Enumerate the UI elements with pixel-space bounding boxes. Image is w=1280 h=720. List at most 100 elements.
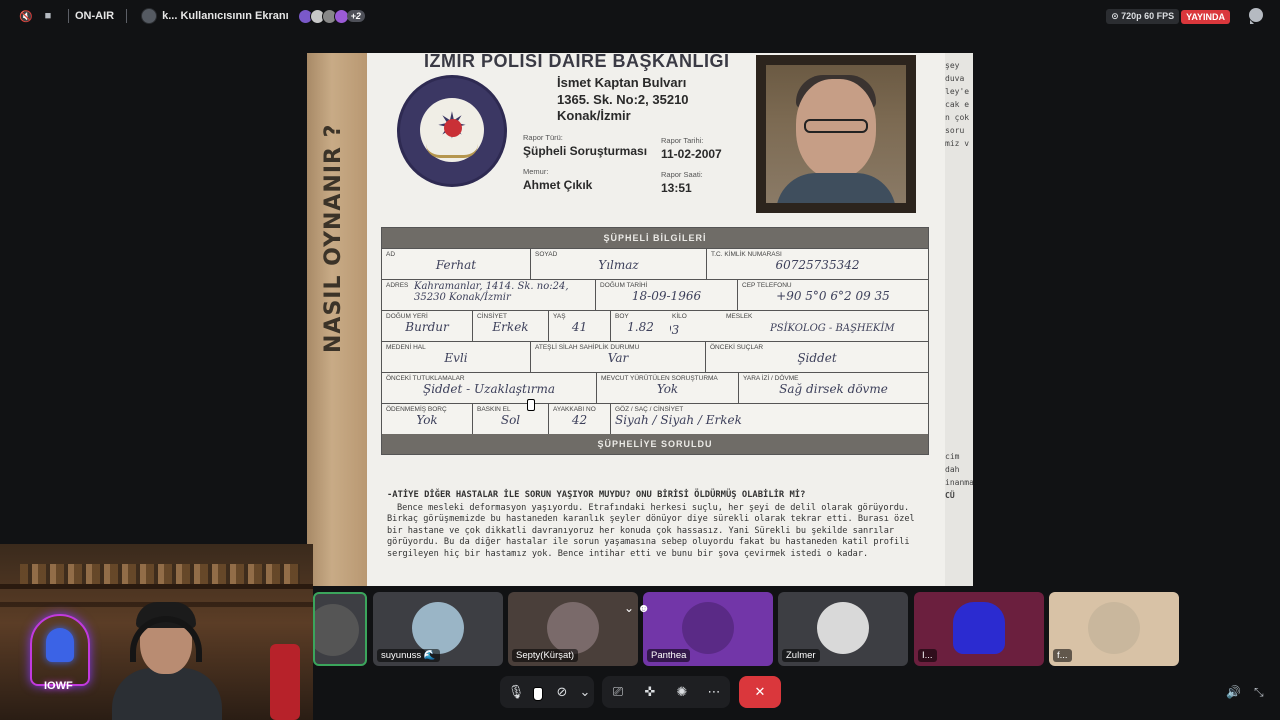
field-prior-arrests: ÖNCEKİ TUTUKLAMALAR Şiddet - Uzaklaştırma xyxy=(386,375,555,396)
margin-text: miz v xyxy=(945,139,970,148)
speaker-mute-icon[interactable]: 🔇 xyxy=(18,8,34,24)
field-birth-date: DOĞUM TARİHİ 18-09-1966 xyxy=(595,280,737,310)
officer-value: Ahmet Çıkık xyxy=(523,178,593,192)
cursor-icon xyxy=(533,687,543,701)
video-icon[interactable]: ■ xyxy=(40,8,56,24)
field-shoe-size: AYAKKABI NO 42 xyxy=(548,404,610,434)
participant-avatar xyxy=(953,602,1005,654)
participant-tile[interactable] xyxy=(313,592,367,666)
audio-video-group: 🎙 ⊘ ⌄ xyxy=(500,676,594,708)
form-row: MEDENİ HAL Evli ATEŞLİ SİLAH SAHİPLİK DUR… xyxy=(382,341,928,372)
quality-badge: ⊙ 720p 60 FPS xyxy=(1106,9,1180,24)
police-emblem-icon: ✷ xyxy=(397,75,507,187)
streamer-avatar xyxy=(141,8,158,24)
margin-text: ley'e xyxy=(945,87,970,96)
participant-avatar xyxy=(412,602,464,654)
viewer-avatars[interactable]: +2 xyxy=(297,8,365,24)
weight-value: 93 xyxy=(670,323,680,337)
divider xyxy=(68,9,69,23)
field-gender: CİNSİYET Erkek xyxy=(472,311,548,341)
more-icon[interactable]: ⋯ xyxy=(698,676,730,708)
address-line: İsmet Kaptan Bulvarı xyxy=(557,75,687,90)
chevron-down-icon[interactable]: ⌄ xyxy=(578,676,592,708)
field-debt: ÖDENMEMİŞ BORÇ Yok xyxy=(386,406,447,427)
address-line: 1365. Sk. No:2, 35210 xyxy=(557,92,689,107)
report-date-value: 11-02-2007 xyxy=(661,147,722,161)
report-type-label: Rapor Türü: xyxy=(523,133,563,142)
bookshelf xyxy=(20,564,300,584)
shelf xyxy=(0,584,313,589)
field-weight-occupation: KİLO 93 MESLEK PSİKOLOG - BAŞHEKİM xyxy=(670,311,928,341)
participant-name: suyunuss 🌊 xyxy=(377,649,440,662)
field-height: BOY 1.82 xyxy=(610,311,670,341)
field-first-name: AD Ferhat xyxy=(386,251,477,272)
participant-tile[interactable]: f... xyxy=(1049,592,1179,666)
shared-screen: NASIL OYNANIR ? İZMİR POLİSİ DAİRE BAŞKA… xyxy=(307,53,973,586)
margin-text: cim dah xyxy=(945,452,960,474)
margin-text: cak e xyxy=(945,100,970,109)
police-report-page: İZMİR POLİSİ DAİRE BAŞKANLIĞI ✷ İsmet Ka… xyxy=(367,53,945,586)
volume-icon[interactable]: 🔊 xyxy=(1226,685,1241,699)
exit-fullscreen-icon[interactable]: ⤡ xyxy=(1254,685,1264,700)
participant-avatar xyxy=(1088,602,1140,654)
question-text: -ATİYE DİĞER HASTALAR İLE SORUN YAŞIYOR … xyxy=(387,490,806,500)
occupation-value: PSİKOLOG - BAŞHEKİM xyxy=(770,323,895,334)
form-row: ÖDENMEMİŞ BORÇ Yok BASKIN EL Sol AYAKKABI … xyxy=(382,403,928,434)
form-row: ADRES Kahramanlar, 1414. Sk. no:24, 35230… xyxy=(382,279,928,310)
suspect-info-form: ŞÜPHELİ BİLGİLERİ AD Ferhat SOYAD Yılmaz T… xyxy=(381,227,929,455)
field-phone: CEP TELEFONU +90 5°0 6°2 09 35 xyxy=(737,280,928,310)
call-controls: 🎙 ⊘ ⌄ ⎚ ✜ ✺ ⋯ ✕ 🔊 ⤡ xyxy=(0,676,1280,710)
occupation-label: MESLEK xyxy=(726,313,753,320)
margin-text: n çok xyxy=(945,113,970,122)
form-row: AD Ferhat SOYAD Yılmaz T.C. KİMLİK NUMARAS… xyxy=(382,248,928,279)
next-page-edge: şey duva ley'e cak e n çok soru miz v ci… xyxy=(945,53,973,586)
participant-tile[interactable]: Panthea xyxy=(643,592,773,666)
top-bar: 🔇 ■ ON-AIR k... Kullanıcısının Ekranı +2… xyxy=(0,0,1280,32)
department-title: İZMİR POLİSİ DAİRE BAŞKANLIĞI xyxy=(424,53,730,71)
suspect-photo xyxy=(756,55,916,213)
participant-name: f... xyxy=(1053,649,1072,662)
suspect-info-header: ŞÜPHELİ BİLGİLERİ xyxy=(382,228,928,248)
report-type-value: Şüpheli Soruşturması xyxy=(523,144,648,158)
margin-text: şey xyxy=(945,61,960,70)
participant-name: Panthea xyxy=(647,649,691,662)
field-marital: MEDENİ HAL Evli xyxy=(386,344,468,365)
screen-share-icon[interactable]: ⎚ xyxy=(602,676,634,708)
report-time-value: 13:51 xyxy=(661,181,692,195)
participant-tile[interactable]: suyunuss 🌊 xyxy=(373,592,503,666)
field-eye-hair-gender: GÖZ / SAÇ / CİNSİYET Siyah / Siyah / Erke… xyxy=(610,404,928,434)
field-address: ADRES Kahramanlar, 1414. Sk. no:24, 35230… xyxy=(386,281,569,303)
margin-text: inanmad xyxy=(945,478,973,487)
chevron-down-icon[interactable]: ⌄ ☻ xyxy=(624,601,650,615)
gamepad-icon[interactable]: ✜ xyxy=(634,676,666,708)
participant-name: I... xyxy=(918,649,937,662)
laurel-icon xyxy=(426,144,478,158)
field-last-name: SOYAD Yılmaz xyxy=(530,249,706,279)
hangup-button-icon[interactable]: ✕ xyxy=(739,676,781,708)
microphone-button-icon[interactable]: 🎙 xyxy=(500,676,532,708)
field-scar-tattoo: YARA İZİ / DÖVME Sağ dirsek dövme xyxy=(738,373,928,403)
margin-text: soru xyxy=(945,126,965,135)
questions-header: ŞÜPHELİYE SORULDU xyxy=(382,434,928,454)
report-time-label: Rapor Saati: xyxy=(661,170,703,179)
report-date: Rapor Tarihi: 11-02-2007 xyxy=(661,136,722,161)
field-dominant-hand: BASKIN EL Sol xyxy=(472,404,548,434)
participant-tile[interactable]: Septy(Kürşat) xyxy=(508,592,638,666)
participant-avatar xyxy=(547,602,599,654)
officer: Memur: Ahmet Çıkık xyxy=(523,167,592,192)
channel-name[interactable]: k... Kullanıcısının Ekranı xyxy=(162,10,289,22)
participant-tile[interactable]: I... xyxy=(914,592,1044,666)
participant-avatar xyxy=(682,602,734,654)
chat-bubble-icon[interactable] xyxy=(1249,8,1263,24)
form-row: ÖNCEKİ TUTUKLAMALAR Şiddet - Uzaklaştırma… xyxy=(382,372,928,403)
camera-off-icon[interactable]: ⊘ xyxy=(546,676,578,708)
crescent-icon xyxy=(444,119,462,137)
participant-avatar xyxy=(817,602,869,654)
address-line: Konak/İzmir xyxy=(557,108,631,123)
report-date-label: Rapor Tarihi: xyxy=(661,136,704,145)
participant-name: Septy(Kürşat) xyxy=(512,649,579,662)
participant-tile[interactable]: Zulmer xyxy=(778,592,908,666)
margin-text: CÜ xyxy=(945,491,955,500)
divider xyxy=(126,9,128,23)
soundboard-icon[interactable]: ✺ xyxy=(666,676,698,708)
